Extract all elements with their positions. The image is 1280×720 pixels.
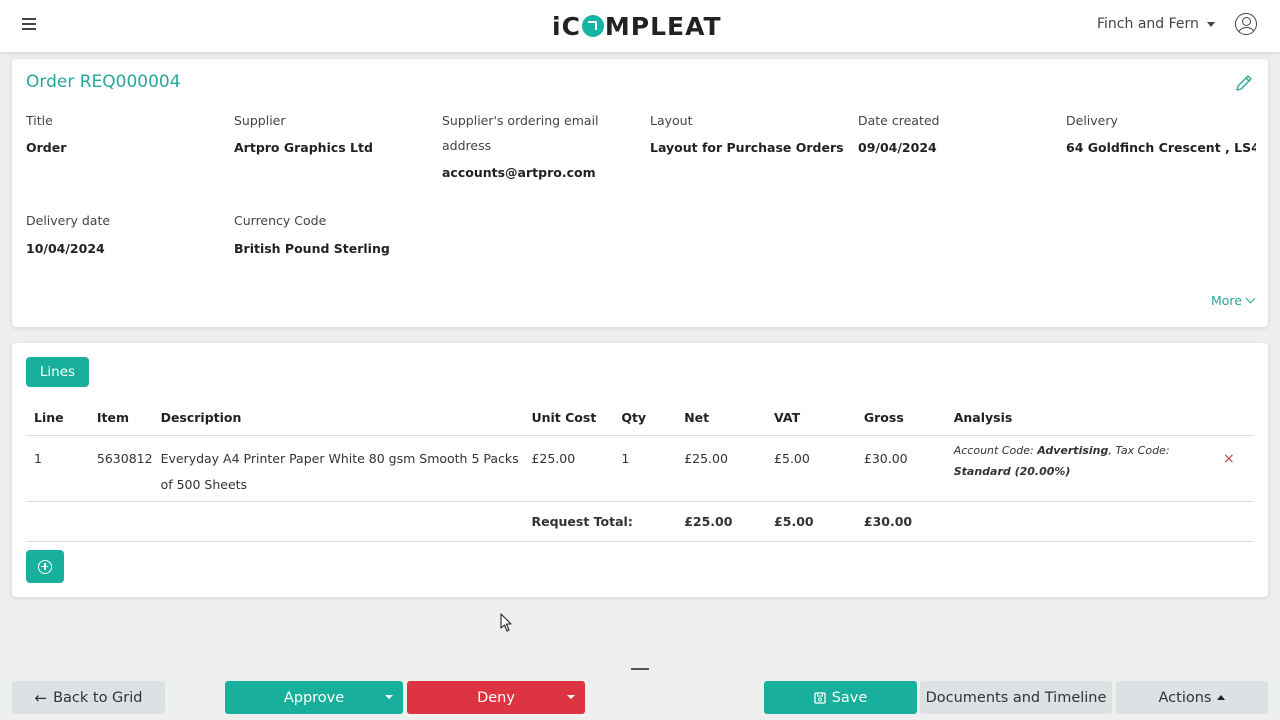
field-supplier: Supplier Artpro Graphics Ltd — [234, 108, 424, 155]
cell-item: 5630812 — [88, 435, 153, 502]
total-row: Request Total: £25.00 £5.00 £30.00 — [26, 501, 1254, 542]
order-title: Order REQ000004 — [26, 72, 181, 92]
top-bar: iC MPLEAT Finch and Fern — [0, 0, 1280, 52]
column-header: Gross — [855, 401, 946, 436]
field-label: Supplier — [234, 113, 286, 128]
chevron-up-icon — [1217, 695, 1226, 700]
cell-description: Everyday A4 Printer Paper White 80 gsm S… — [152, 435, 524, 502]
deny-dropdown-icon[interactable] — [567, 695, 575, 699]
approve-label: Approve — [283, 689, 345, 706]
cell-qty: 1 — [613, 435, 677, 502]
bottom-action-bar: ← Back to Grid Approve Deny Save Documen… — [0, 676, 1280, 720]
delete-line-icon[interactable]: × — [1223, 451, 1235, 467]
field-date-created: Date created 09/04/2024 — [858, 108, 1048, 155]
logo-text-left: iC — [552, 11, 581, 41]
column-header: Analysis — [945, 401, 1215, 436]
approve-button[interactable]: Approve — [225, 681, 403, 714]
total-label: Request Total: — [523, 501, 677, 542]
app-logo: iC MPLEAT — [552, 11, 722, 41]
more-label: More — [1211, 293, 1242, 308]
field-delivery: Delivery 64 Goldfinch Crescent , LS42… — [1066, 108, 1256, 155]
cell-analysis: Account Code: Advertising, Tax Code: Sta… — [945, 435, 1215, 502]
approve-dropdown-icon[interactable] — [385, 695, 393, 699]
total-gross: £30.00 — [855, 501, 946, 542]
save-icon — [814, 691, 826, 704]
drag-handle[interactable] — [631, 668, 649, 670]
docs-label: Documents and Timeline — [925, 689, 1107, 706]
field-value: Order — [26, 140, 67, 155]
field-label: Layout — [650, 113, 693, 128]
documents-timeline-button[interactable]: Documents and Timeline — [920, 681, 1112, 714]
field-currency-code: Currency Code British Pound Sterling — [234, 208, 424, 256]
column-header: Description — [152, 401, 524, 436]
lines-table: Line Item Description Unit Cost Qty Net … — [26, 401, 1254, 542]
deny-label: Deny — [477, 689, 515, 706]
analysis-tax-value: Standard (20.00%) — [953, 464, 1071, 478]
back-label: Back to Grid — [53, 689, 143, 706]
tab-lines[interactable]: Lines — [26, 357, 89, 387]
actions-button[interactable]: Actions — [1116, 681, 1268, 714]
column-header: Qty — [613, 401, 677, 436]
cell-delete: × — [1215, 435, 1254, 502]
field-value: 64 Goldfinch Crescent , LS42… — [1066, 140, 1256, 155]
analysis-tax-label: , Tax Code: — [1108, 443, 1170, 457]
field-label: Delivery date — [26, 213, 111, 228]
total-vat: £5.00 — [766, 501, 856, 542]
menu-icon[interactable] — [22, 18, 36, 30]
field-label: Delivery — [1066, 113, 1118, 128]
field-delivery-date: Delivery date 10/04/2024 — [26, 208, 216, 256]
field-supplier-email: Supplier's ordering email address accoun… — [442, 108, 622, 180]
field-value: accounts@artpro.com — [442, 165, 596, 180]
cell-vat: £5.00 — [766, 435, 856, 502]
field-label: Supplier's ordering email address — [442, 113, 599, 153]
actions-label: Actions — [1158, 689, 1212, 706]
more-toggle[interactable]: More — [1211, 293, 1256, 308]
user-account-icon[interactable] — [1235, 13, 1257, 35]
back-to-grid-button[interactable]: ← Back to Grid — [12, 681, 165, 714]
field-value: Layout for Purchase Orders — [650, 140, 844, 155]
cell-gross: £30.00 — [855, 435, 946, 502]
lines-card: Lines Line Item Description Unit Cost Qt… — [12, 343, 1268, 597]
analysis-account-value: Advertising — [1037, 443, 1109, 457]
column-header: VAT — [766, 401, 856, 436]
cell-net: £25.00 — [676, 435, 767, 502]
field-label: Date created — [858, 113, 940, 128]
mouse-cursor-icon — [500, 613, 512, 632]
field-label: Currency Code — [234, 213, 327, 228]
logo-arrow-icon — [581, 15, 604, 37]
field-value: 10/04/2024 — [26, 241, 105, 256]
column-header-blank — [1215, 401, 1254, 436]
field-value: Artpro Graphics Ltd — [234, 140, 373, 155]
field-label: Title — [26, 113, 53, 128]
plus-circle-icon — [38, 559, 52, 574]
logo-text-right: MPLEAT — [604, 11, 722, 41]
deny-button[interactable]: Deny — [407, 681, 585, 714]
column-header: Item — [88, 401, 153, 436]
column-header: Net — [676, 401, 767, 436]
column-header: Line — [26, 401, 89, 436]
chevron-down-icon — [1245, 293, 1256, 304]
add-line-button[interactable] — [26, 550, 64, 583]
field-layout: Layout Layout for Purchase Orders — [650, 108, 850, 155]
table-header-row: Line Item Description Unit Cost Qty Net … — [26, 401, 1254, 436]
total-net: £25.00 — [676, 501, 767, 542]
field-value: British Pound Sterling — [234, 241, 390, 256]
edit-pencil-icon[interactable] — [1234, 73, 1254, 93]
analysis-account-label: Account Code: — [953, 443, 1038, 457]
order-details-card: Order REQ000004 Title Order Supplier Art… — [12, 59, 1268, 327]
company-selector[interactable]: Finch and Fern — [1097, 16, 1215, 32]
field-title: Title Order — [26, 108, 216, 155]
cell-line: 1 — [26, 435, 89, 502]
cell-unit-cost: £25.00 — [523, 435, 614, 502]
chevron-down-icon — [1206, 21, 1215, 27]
arrow-left-icon: ← — [34, 688, 48, 707]
save-label: Save — [831, 689, 868, 706]
table-row[interactable]: 1 5630812 Everyday A4 Printer Paper Whit… — [26, 435, 1254, 502]
company-name: Finch and Fern — [1097, 16, 1199, 32]
field-value: 09/04/2024 — [858, 140, 937, 155]
save-button[interactable]: Save — [764, 681, 917, 714]
column-header: Unit Cost — [523, 401, 614, 436]
